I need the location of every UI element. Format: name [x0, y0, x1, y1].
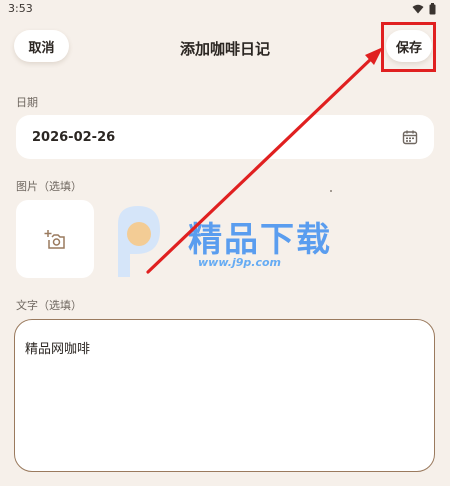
status-bar: 3:53 — [0, 0, 450, 20]
date-value: 2026-02-26 — [32, 129, 116, 145]
wifi-icon — [412, 4, 424, 14]
diary-text-input[interactable]: 精品网咖啡 — [14, 319, 435, 472]
page-title: 添加咖啡日记 — [179, 40, 270, 58]
calendar-icon — [402, 130, 418, 145]
top-app-bar: 取消 添加咖啡日记 保存 — [0, 22, 450, 70]
stray-dot — [330, 190, 332, 192]
watermark: 精品下载 www.j9p.com — [108, 202, 358, 282]
battery-icon — [429, 3, 436, 15]
watermark-url: www.j9p.com — [198, 256, 281, 269]
text-label: 文字（选填） — [16, 299, 82, 312]
watermark-brand: 精品下载 — [188, 220, 332, 260]
photo-label: 图片（选填） — [16, 180, 82, 193]
status-time: 3:53 — [8, 2, 33, 15]
add-photo-icon — [44, 230, 65, 249]
watermark-logo-icon — [118, 206, 160, 277]
save-button[interactable]: 保存 — [386, 30, 432, 62]
date-label: 日期 — [16, 96, 38, 109]
date-picker-field[interactable]: 2026-02-26 — [16, 115, 434, 159]
add-photo-button[interactable] — [16, 200, 94, 278]
status-icons — [412, 3, 436, 15]
